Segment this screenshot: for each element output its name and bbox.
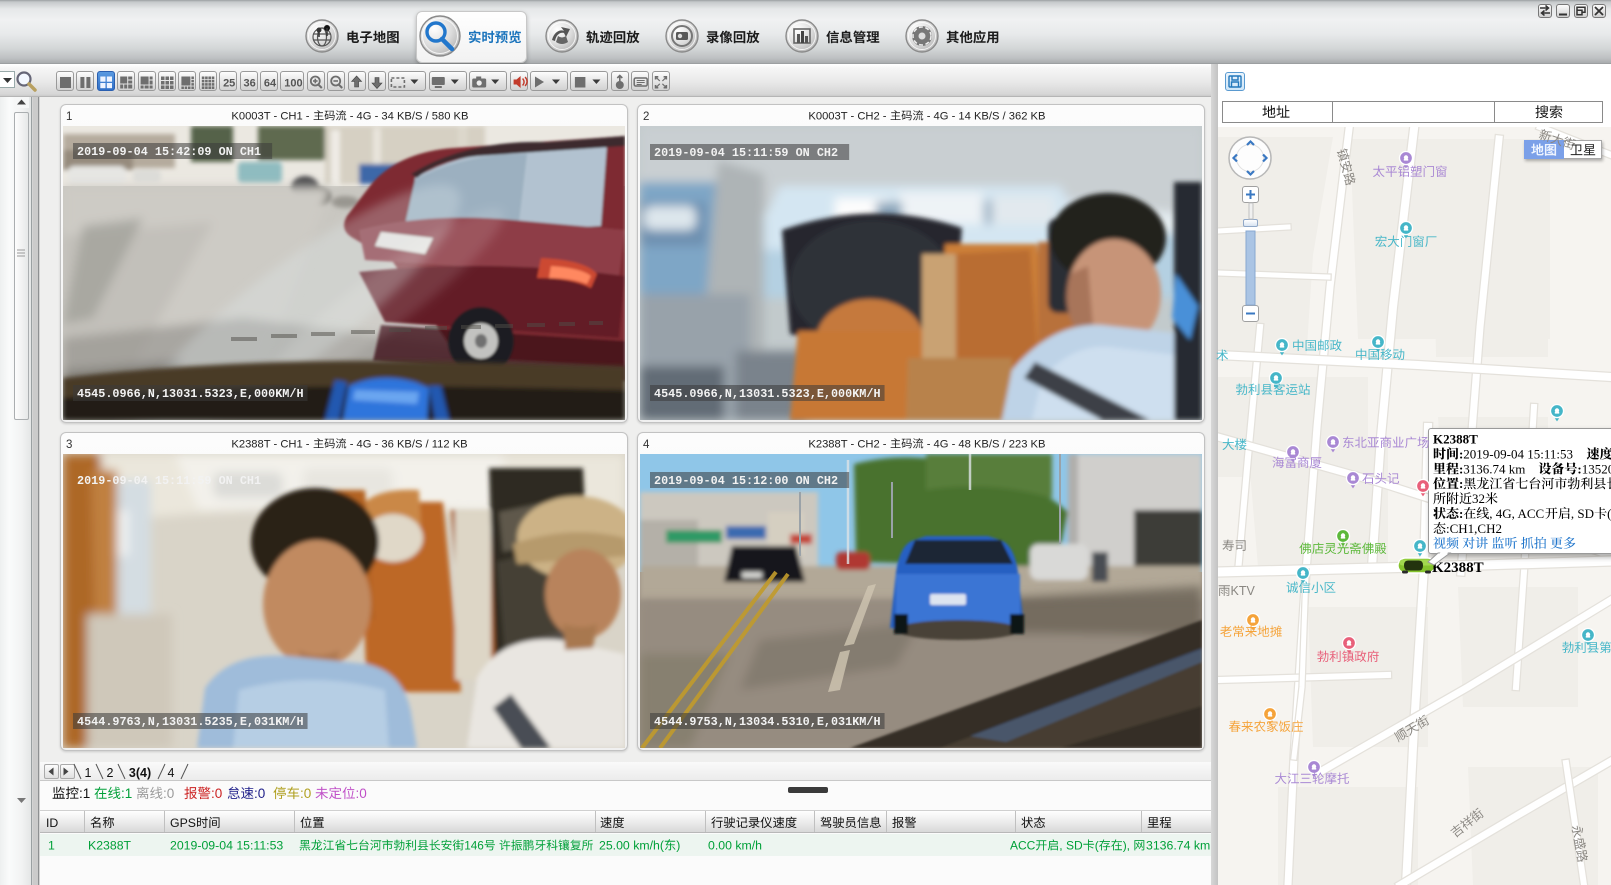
svg-text:4545.0966,N,13031.5323,E,000KM: 4545.0966,N,13031.5323,E,000KM/H <box>77 387 304 401</box>
svg-text:2019-09-04 15:42:09 ON CH1: 2019-09-04 15:42:09 ON CH1 <box>77 145 261 159</box>
svg-text:2019-09-04 15:11:59 ON CH1: 2019-09-04 15:11:59 ON CH1 <box>77 474 261 488</box>
svg-text:4545.0966,N,13031.5323,E,000KM: 4545.0966,N,13031.5323,E,000KM/H <box>654 387 881 401</box>
svg-text:4544.9753,N,13034.5310,E,031KM: 4544.9753,N,13034.5310,E,031KM/H <box>654 715 881 729</box>
svg-text:2019-09-04 15:12:00 ON CH2: 2019-09-04 15:12:00 ON CH2 <box>654 474 838 488</box>
svg-text:2019-09-04 15:11:59 ON CH2: 2019-09-04 15:11:59 ON CH2 <box>654 146 838 160</box>
svg-text:4544.9763,N,13031.5235,E,031KM: 4544.9763,N,13031.5235,E,031KM/H <box>77 715 304 729</box>
